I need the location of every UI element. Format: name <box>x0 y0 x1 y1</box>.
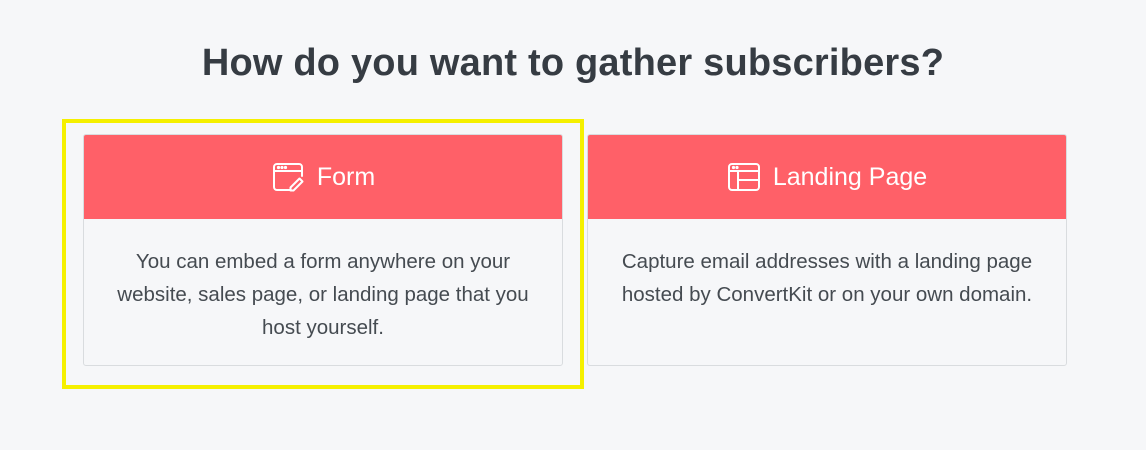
landing-page-option-label: Landing Page <box>772 162 928 191</box>
landing-page-option-card[interactable]: Landing Page Capture email addresses wit… <box>587 134 1067 366</box>
subscriber-source-page: How do you want to gather subscribers? F… <box>0 0 1146 450</box>
landing-page-layout-icon <box>727 160 761 194</box>
form-option-label: Form <box>316 162 376 191</box>
page-title: How do you want to gather subscribers? <box>201 42 945 84</box>
form-option-card[interactable]: Form You can embed a form anywhere on yo… <box>83 134 563 366</box>
form-option-description: You can embed a form anywhere on your we… <box>117 250 529 339</box>
form-edit-icon <box>271 160 305 194</box>
landing-page-option-description: Capture email addresses with a landing p… <box>621 250 1033 306</box>
landing-page-option-header[interactable]: Landing Page <box>588 135 1066 219</box>
form-option-header[interactable]: Form <box>84 135 562 219</box>
